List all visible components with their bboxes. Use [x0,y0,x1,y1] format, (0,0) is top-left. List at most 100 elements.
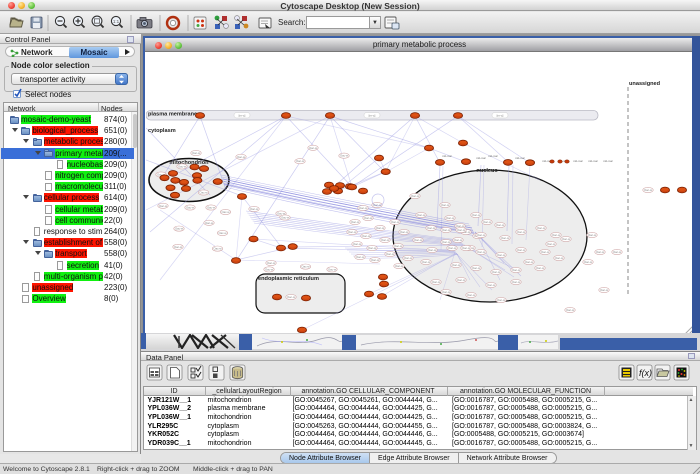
svg-text:Oac-w: Oac-w [381,238,390,242]
svg-text:Oac-w: Oac-w [400,230,409,234]
svg-text:Oac-w: Oac-w [497,298,506,302]
svg-text:Oac-w: Oac-w [301,265,310,269]
svg-text:Oac-w: Oac-w [588,233,597,237]
svg-text:Oac-w: Oac-w [562,237,571,241]
svg-text:Oac-w: Oac-w [199,191,208,195]
svg-text:Oac-w: Oac-w [472,213,481,217]
svg-text:Oac-w: Oac-w [309,146,318,150]
svg-text:Oac-w: Oac-w [477,233,486,237]
svg-text:Oac-w: Oac-w [552,233,561,237]
svg-text:Oac-w: Oac-w [446,216,455,220]
svg-text:mit-nuc: mit-nuc [515,156,525,160]
svg-text:Oac-w: Oac-w [537,226,546,230]
svg-text:Oac-w: Oac-w [596,250,605,254]
svg-text:Oac-w: Oac-w [213,247,222,251]
svg-text:mitochondrion: mitochondrion [169,160,209,166]
svg-text:Oac-w: Oac-w [376,226,385,230]
svg-text:Oac-w: Oac-w [512,268,521,272]
svg-text:Oac-w: Oac-w [207,206,216,210]
svg-text:Oac-w: Oac-w [547,242,556,246]
svg-text:Oac-w: Oac-w [442,290,451,294]
svg-text:Oac-w: Oac-w [414,238,423,242]
svg-text:mit-nuc: mit-nuc [588,159,598,163]
svg-text:Oac-w: Oac-w [448,246,457,250]
svg-text:Oac-w: Oac-w [353,242,362,246]
svg-text:1:1: 1:1 [113,19,120,24]
svg-text:Oac-w: Oac-w [501,236,510,240]
svg-text:Oac-w: Oac-w [411,194,420,198]
svg-text:[m-c]: [m-c] [239,114,246,118]
svg-text:Oac-w: Oac-w [351,220,360,224]
svg-text:Oac-w: Oac-w [159,204,168,208]
svg-text:[m-c]: [m-c] [369,114,376,118]
svg-text:Oac-w: Oac-w [417,213,426,217]
svg-text:Oac-w: Oac-w [281,216,290,220]
svg-text:Oac-w: Oac-w [205,221,214,225]
svg-text:Oac-w: Oac-w [386,252,395,256]
svg-text:[m-c]: [m-c] [497,114,504,118]
svg-text:Oac-w: Oac-w [186,206,195,210]
svg-text:Oac-w: Oac-w [442,240,451,244]
svg-text:Oac-w: Oac-w [237,155,246,159]
svg-text:Oac-w: Oac-w [192,151,201,155]
svg-text:Oac-w: Oac-w [328,267,337,271]
svg-text:Oac-w: Oac-w [487,283,496,287]
svg-text:Oac-w: Oac-w [296,159,305,163]
svg-text:Oac-w: Oac-w [441,203,450,207]
svg-text:Oac-w: Oac-w [492,270,501,274]
svg-text:Oac-w: Oac-w [404,256,413,260]
svg-text:Oac-w: Oac-w [584,260,593,264]
svg-text:Oac-w: Oac-w [178,164,187,168]
svg-text:mit-nuc: mit-nuc [442,154,452,158]
svg-text:Oac-w: Oac-w [525,260,534,264]
svg-text:Oac-w: Oac-w [287,295,296,299]
svg-text:Oac-w: Oac-w [432,280,441,284]
svg-text:Oac-w: Oac-w [250,207,259,211]
svg-text:Oac-w: Oac-w [340,154,349,158]
svg-text:Oac-w: Oac-w [265,267,274,271]
svg-text:Oac-w: Oac-w [221,210,230,214]
svg-text:Oac-w: Oac-w [600,288,609,292]
svg-text:Oac-w: Oac-w [452,263,461,267]
svg-text:mit-nuc: mit-nuc [488,154,498,158]
svg-text:Oac-w: Oac-w [371,258,380,262]
svg-text:Oac-w: Oac-w [517,230,526,234]
svg-text:mit-nuc: mit-nuc [476,156,486,160]
svg-text:Oac-w: Oac-w [422,260,431,264]
svg-text:Oac-w: Oac-w [613,250,622,254]
svg-text:Oac-w: Oac-w [395,264,404,268]
svg-text:Oac-w: Oac-w [454,238,463,242]
svg-text:nucleus: nucleus [476,168,497,174]
svg-text:Oac-w: Oac-w [644,188,653,192]
svg-text:Oac-w: Oac-w [483,220,492,224]
svg-text:Oac-w: Oac-w [467,293,476,297]
svg-text:plasma membrane: plasma membrane [148,112,197,118]
svg-text:Oac-w: Oac-w [348,230,357,234]
svg-text:Oac-w: Oac-w [394,244,403,248]
svg-text:endoplasmic reticulum: endoplasmic reticulum [258,276,319,282]
svg-text:Oac-w: Oac-w [472,266,481,270]
svg-text:Oac-w: Oac-w [442,228,451,232]
svg-text:Oac-w: Oac-w [362,234,371,238]
svg-text:unassigned: unassigned [629,81,661,87]
svg-text:Oac-w: Oac-w [174,245,183,249]
svg-text:Oac-w: Oac-w [536,266,545,270]
svg-text:Oac-w: Oac-w [364,216,373,220]
svg-text:f(x): f(x) [639,368,652,378]
svg-text:Oac-w: Oac-w [457,228,466,232]
svg-text:Oac-w: Oac-w [175,227,184,231]
svg-text:Oac-w: Oac-w [267,261,276,265]
svg-text:Oac-w: Oac-w [427,226,436,230]
svg-text:Oac-w: Oac-w [496,223,505,227]
svg-text:cytoplasm: cytoplasm [148,128,176,134]
svg-text:Oac-w: Oac-w [512,280,521,284]
svg-text:Oac-w: Oac-w [497,253,506,257]
svg-text:Oac-w: Oac-w [359,206,368,210]
svg-text:Oac-w: Oac-w [517,248,526,252]
svg-text:mit-nuc: mit-nuc [573,159,583,163]
svg-text:mit-nuc: mit-nuc [603,159,613,163]
svg-text:Oac-w: Oac-w [566,308,575,312]
svg-text:Oac-w: Oac-w [477,250,486,254]
svg-text:Oac-w: Oac-w [541,250,550,254]
svg-text:Oac-w: Oac-w [555,256,564,260]
